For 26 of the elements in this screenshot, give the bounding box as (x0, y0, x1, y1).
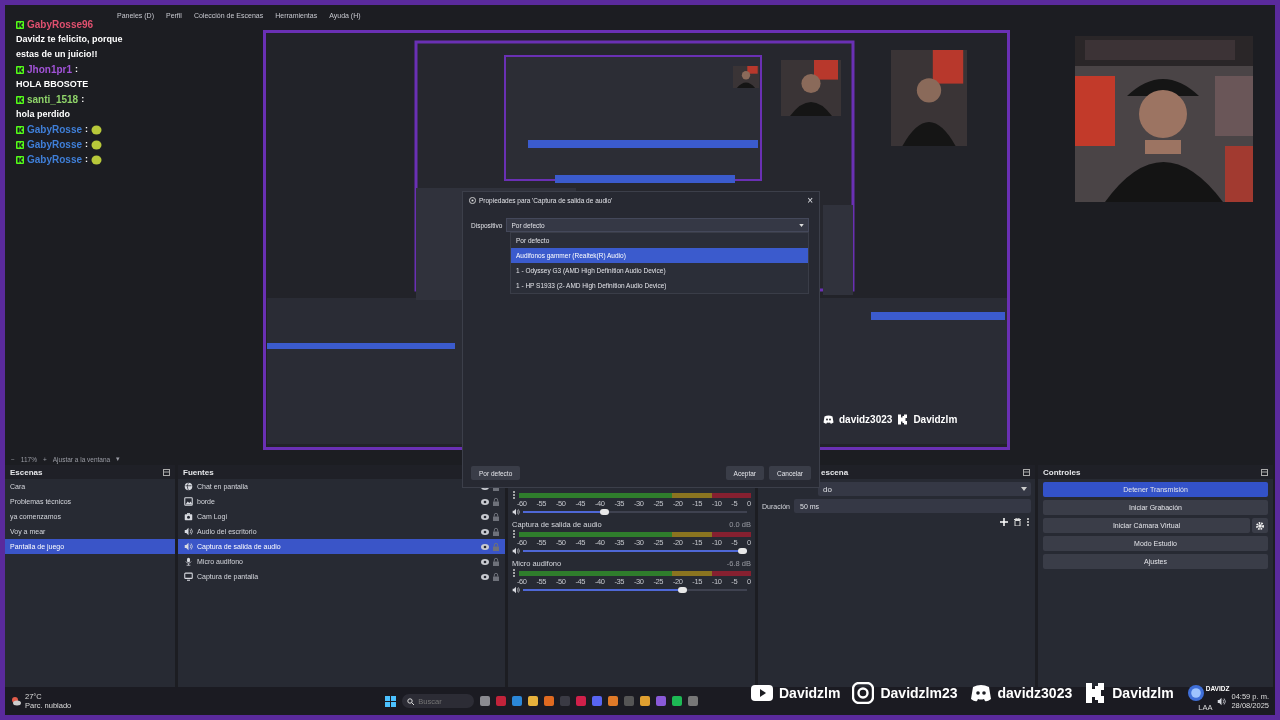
chat-username: GabyRosse (27, 138, 83, 152)
chat-username: Jhon1pr1 (27, 63, 72, 77)
transition-select[interactable]: do (818, 482, 1031, 496)
chat-separator: : (85, 123, 89, 136)
social-handle: Davidzlm (1112, 685, 1174, 701)
chat-username: GabyRosse96 (27, 18, 94, 32)
social-handle: davidz3023 (839, 414, 893, 425)
social-handle: davidz3023 (997, 685, 1073, 701)
chat-message: hola perdido (16, 108, 70, 121)
close-button[interactable]: × (807, 194, 813, 206)
social-handle: Davidzlm23 (880, 685, 958, 701)
chat-separator: : (75, 63, 78, 76)
chat-separator: : (81, 93, 85, 106)
chat-message: Davidz te felicito, porque estas de un juicio!! (16, 33, 124, 61)
dock-title: Fuentes (183, 467, 214, 477)
dock-title: Escenas (10, 467, 43, 477)
chat-message: HOLA BBOSOTE (16, 78, 89, 91)
chat-username: GabyRosse (27, 123, 83, 137)
chat-separator: : (85, 153, 89, 166)
social-handle: Davidzlm (913, 414, 958, 425)
chat-username: santi_1518 (27, 93, 79, 107)
chat-separator: : (85, 138, 89, 151)
dock-title: Controles (1043, 467, 1081, 477)
social-handle: Davidzlm (779, 685, 841, 701)
chat-username: GabyRosse (27, 153, 83, 167)
dock-title: escena (821, 467, 849, 477)
